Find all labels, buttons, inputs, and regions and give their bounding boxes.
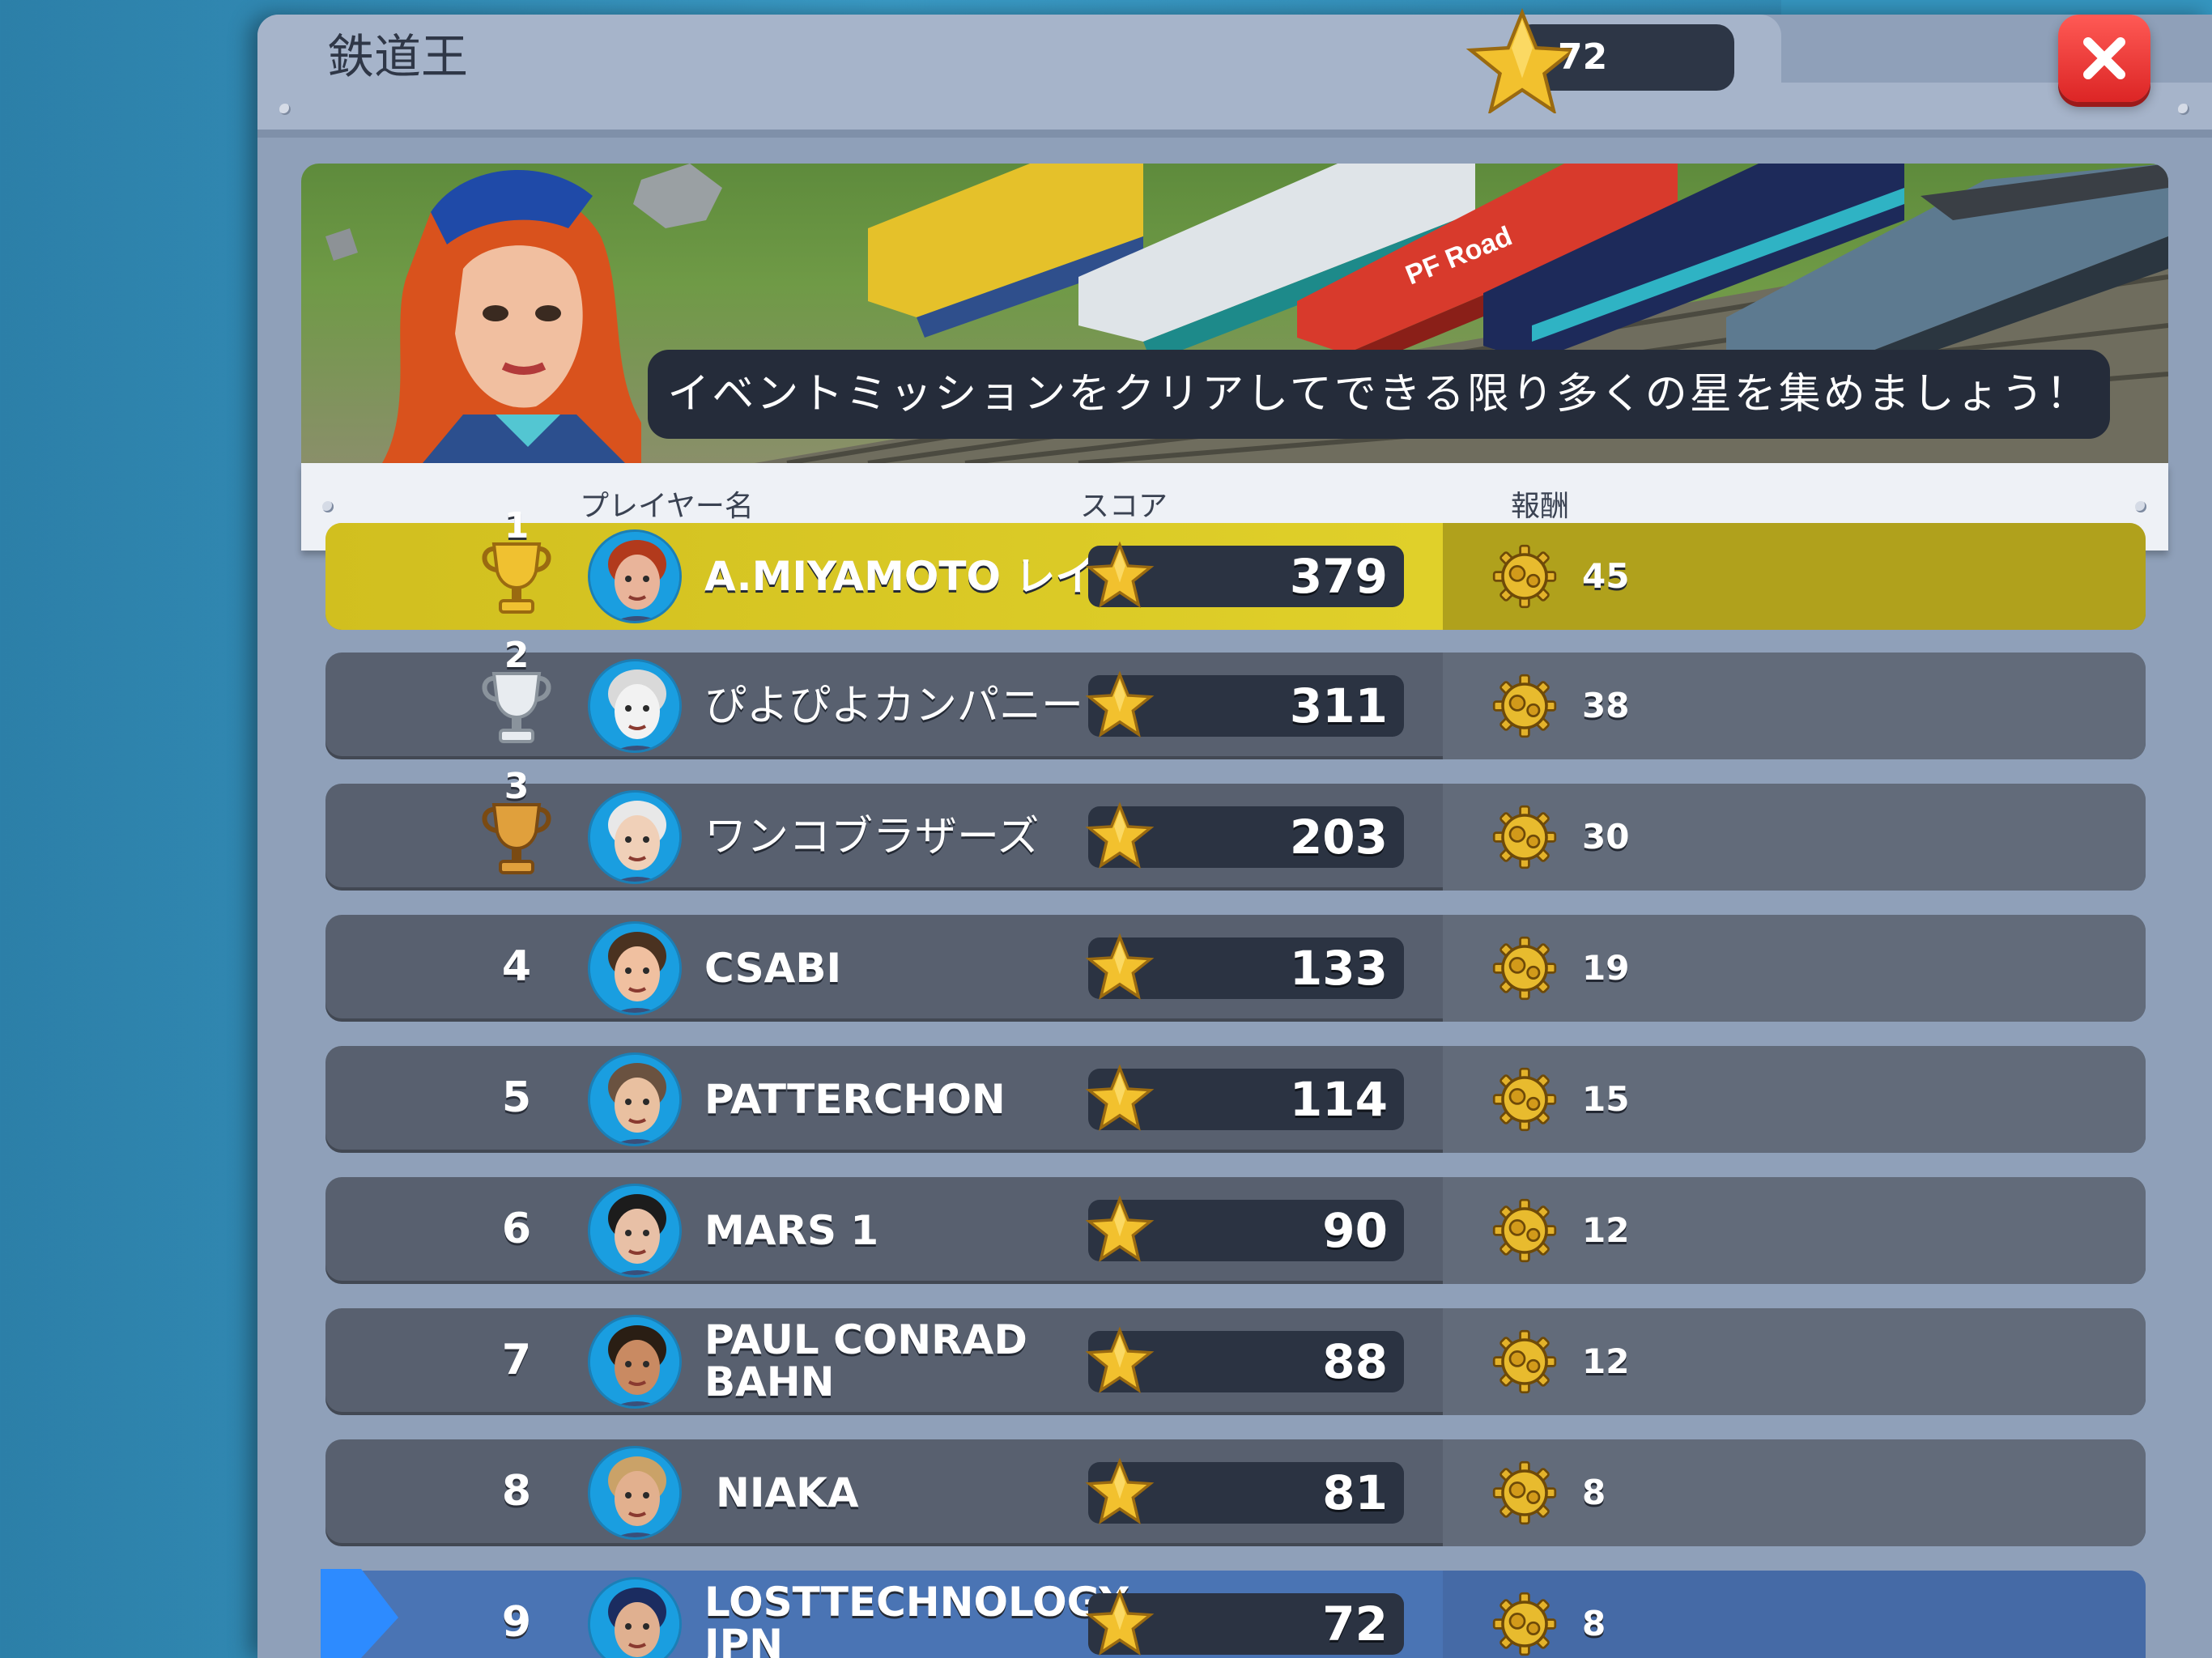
score-value: 114 (1289, 1072, 1388, 1127)
rank-number: 3 (504, 766, 530, 807)
gear-reward-icon (1492, 544, 1557, 609)
score-value: 72 (1322, 1596, 1388, 1652)
reward-value: 8 (1582, 1604, 1606, 1643)
rivet-icon (322, 501, 334, 512)
rank-number: 6 (501, 1205, 532, 1253)
star-icon (1085, 541, 1155, 608)
gear-reward-icon (1492, 936, 1557, 1001)
player-name: PATTERCHON (704, 1076, 1006, 1123)
event-description: イベントミッションをクリアしてできる限り多くの星を集めましょう！ (648, 350, 2110, 439)
score-value: 81 (1322, 1465, 1388, 1520)
star-icon (1085, 801, 1155, 869)
star-icon (1085, 670, 1155, 738)
reward-value: 45 (1582, 556, 1630, 596)
star-icon (1085, 1457, 1155, 1524)
player-avatar[interactable] (588, 529, 682, 623)
player-avatar[interactable] (588, 1184, 682, 1278)
star-count: 72 (1558, 36, 1608, 78)
player-name: ぴよぴよカンパニー (704, 682, 1084, 730)
player-avatar[interactable] (588, 790, 682, 884)
rivet-icon (2135, 501, 2146, 512)
player-name-line2: BAHN (704, 1358, 835, 1405)
rivet-icon (2178, 104, 2189, 115)
reward-value: 38 (1582, 686, 1630, 725)
player-avatar[interactable] (588, 1446, 682, 1540)
player-avatar[interactable] (588, 1052, 682, 1146)
rank-number: 2 (504, 635, 530, 676)
rank-number: 9 (501, 1598, 532, 1647)
score-value: 90 (1322, 1203, 1388, 1258)
player-name-line1: LOSTTECHNOLOGY (704, 1579, 1129, 1626)
player-name-line2: JPN (704, 1621, 784, 1658)
star-icon (1085, 933, 1155, 1000)
player-name: ワンコブラザーズ (704, 813, 1040, 861)
reward-value: 12 (1582, 1341, 1630, 1381)
player-avatar[interactable] (588, 921, 682, 1015)
page-title: 鉄道王 (327, 29, 469, 84)
close-button[interactable] (2058, 15, 2150, 102)
gear-reward-icon (1492, 1592, 1557, 1656)
player-avatar[interactable] (588, 659, 682, 753)
reward-value: 8 (1582, 1473, 1606, 1512)
score-value: 379 (1289, 549, 1388, 604)
player-name: MARS 1 (704, 1207, 879, 1254)
gear-reward-icon (1492, 1460, 1557, 1525)
current-player-marker-icon (321, 1569, 398, 1658)
gear-reward-icon (1492, 1198, 1557, 1263)
score-value: 133 (1289, 941, 1388, 996)
player-name-line1: PAUL CONRAD (704, 1316, 1027, 1363)
rank-number: 5 (501, 1073, 532, 1122)
rank-number: 4 (501, 942, 532, 991)
star-icon (1085, 1588, 1155, 1656)
star-icon (1085, 1064, 1155, 1131)
rivet-icon (279, 104, 291, 115)
rank-number: 1 (504, 505, 530, 546)
header-divider (257, 130, 2212, 138)
gear-reward-icon (1492, 1329, 1557, 1394)
rank-number: 7 (501, 1336, 532, 1384)
player-name: NIAKA (716, 1469, 859, 1516)
score-value: 203 (1289, 810, 1388, 865)
star-icon (1085, 1195, 1155, 1262)
score-value: 88 (1322, 1334, 1388, 1389)
player-name: A.MIYAMOTO レイ (704, 553, 1096, 600)
avatar-portrait-icon (590, 1579, 679, 1658)
close-icon (2083, 37, 2125, 79)
reward-value: 12 (1582, 1210, 1630, 1250)
star-icon (1085, 1326, 1155, 1393)
gear-reward-icon (1492, 674, 1557, 738)
gear-reward-icon (1492, 805, 1557, 869)
player-avatar[interactable] (588, 1315, 682, 1409)
gear-reward-icon (1492, 1067, 1557, 1132)
reward-value: 19 (1582, 948, 1630, 988)
player-name: CSABI (704, 945, 842, 992)
reward-value: 30 (1582, 817, 1630, 857)
rank-number: 8 (501, 1467, 532, 1516)
reward-value: 15 (1582, 1079, 1630, 1119)
score-value: 311 (1289, 678, 1388, 733)
